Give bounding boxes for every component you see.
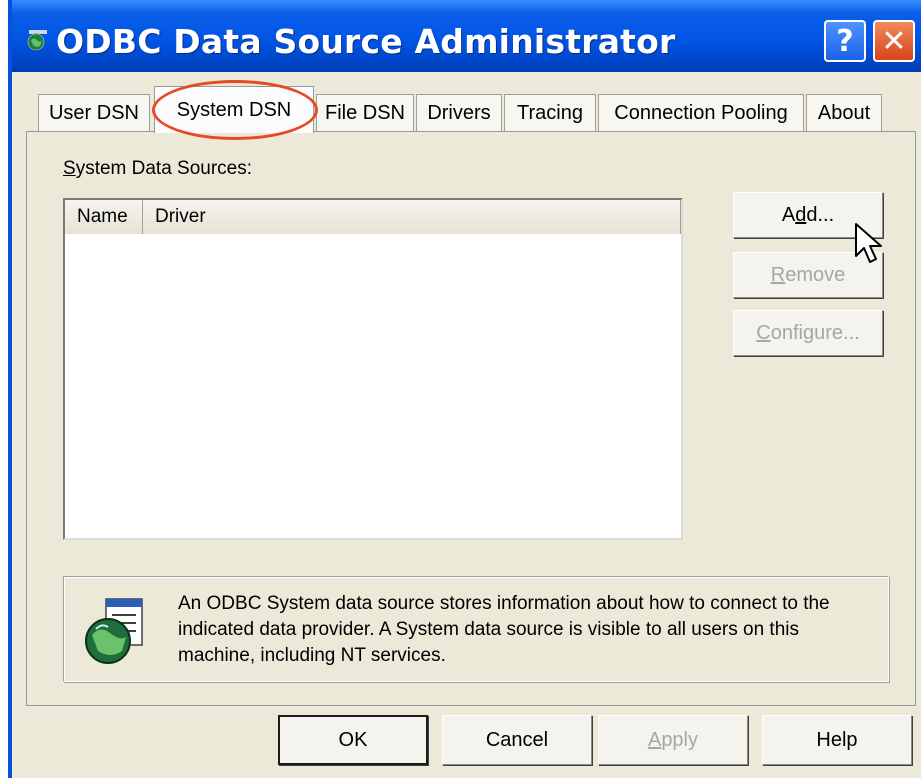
- odbc-globe-icon: [27, 30, 47, 51]
- cancel-button[interactable]: Cancel: [442, 715, 592, 765]
- column-header-name[interactable]: Name: [65, 200, 143, 234]
- tab-file-dsn[interactable]: File DSN: [316, 94, 414, 132]
- column-header-driver[interactable]: Driver: [143, 200, 681, 234]
- system-dsn-panel: System Data Sources: Name Driver Ad d... …: [26, 131, 916, 706]
- info-description: An ODBC System data source stores inform…: [178, 593, 830, 666]
- tab-drivers[interactable]: Drivers: [416, 94, 502, 132]
- list-header: Name Driver: [65, 200, 681, 234]
- odbc-dialog-window: ODBC Data Source Administrator ? ✕ User …: [8, 0, 921, 778]
- tab-about[interactable]: About: [806, 94, 882, 132]
- tab-tracing[interactable]: Tracing: [504, 94, 596, 132]
- info-globe-icon: [85, 598, 143, 664]
- tab-strip: User DSN System DSN File DSN Drivers Tra…: [26, 86, 916, 133]
- help-icon[interactable]: ?: [824, 20, 866, 62]
- apply-button[interactable]: Apply: [598, 715, 748, 765]
- mouse-pointer-icon: [855, 223, 882, 263]
- title-bar[interactable]: ODBC Data Source Administrator ? ✕: [12, 0, 921, 72]
- info-box: An ODBC System data source stores inform…: [63, 576, 889, 682]
- tab-connection-pooling[interactable]: Connection Pooling: [598, 94, 804, 132]
- ok-button[interactable]: OK: [278, 715, 428, 765]
- tab-system-dsn[interactable]: System DSN: [154, 86, 314, 133]
- help-button[interactable]: Help: [762, 715, 912, 765]
- configure-button[interactable]: Configure...: [733, 310, 883, 356]
- data-sources-list[interactable]: Name Driver: [63, 198, 683, 540]
- window-title: ODBC Data Source Administrator: [56, 22, 676, 61]
- section-label: System Data Sources:: [63, 158, 253, 179]
- tab-user-dsn[interactable]: User DSN: [38, 94, 150, 132]
- close-icon[interactable]: ✕: [873, 20, 915, 62]
